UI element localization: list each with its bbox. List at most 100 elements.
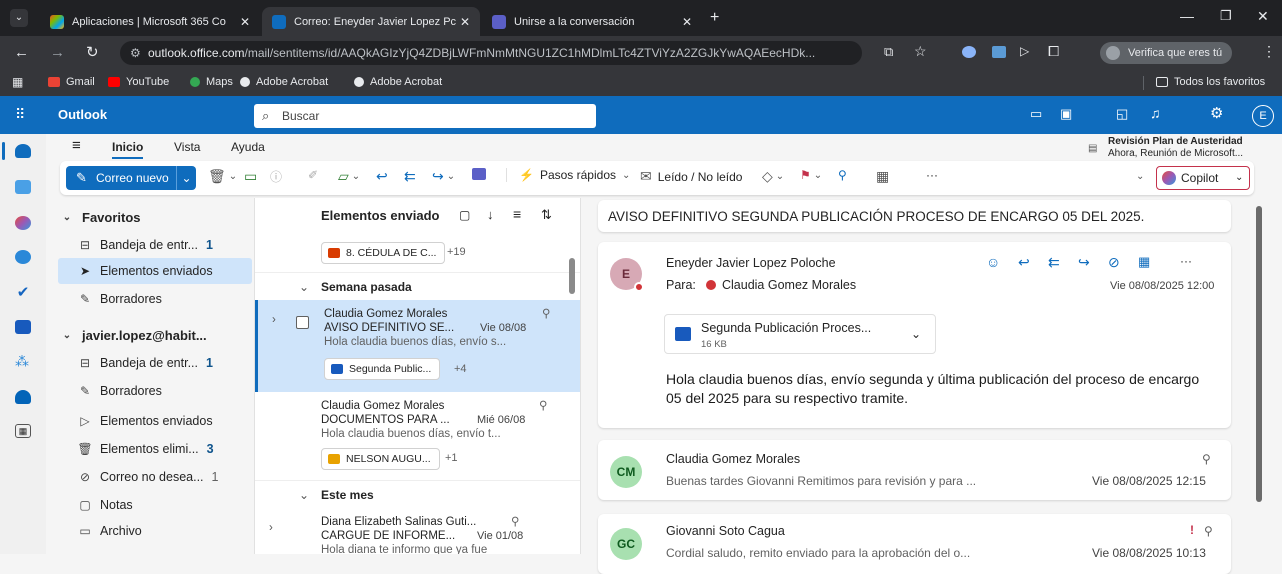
chevron-down-icon[interactable]: ⌄ — [447, 171, 455, 182]
reminder-subtitle[interactable]: Ahora, Reunión de Microsoft... — [1108, 148, 1243, 159]
install-app-icon[interactable]: ⧉ — [884, 44, 893, 60]
folder-sent[interactable]: ▷ Elementos enviados — [58, 408, 252, 434]
sweep-button[interactable]: ✐ — [308, 168, 318, 182]
emoji-icon[interactable]: ☺ — [986, 254, 1000, 270]
my-day-icon[interactable]: ▣ — [1060, 106, 1072, 122]
more-attachments[interactable]: +4 — [454, 363, 467, 375]
new-tab-icon[interactable]: + — [710, 9, 719, 27]
close-icon[interactable]: ✕ — [682, 15, 692, 29]
browser-tab-apps[interactable]: Aplicaciones | Microsoft 365 Co ✕ — [40, 7, 260, 36]
avatar[interactable]: E — [1252, 105, 1274, 127]
chevron-down-icon[interactable]: ⌄ — [229, 171, 237, 182]
bookmark-gmail[interactable]: Gmail — [48, 76, 95, 88]
folder-inbox[interactable]: ⊟ Bandeja de entr... 1 — [58, 350, 252, 376]
select-mode-icon[interactable]: ▢ — [459, 208, 470, 222]
bookmark-maps[interactable]: Maps — [190, 76, 233, 88]
pin-button[interactable]: ⚲ — [838, 168, 847, 182]
tag-button[interactable]: ◇ ⌄ — [762, 168, 784, 185]
move-button[interactable]: ▱ ⌄ — [338, 168, 360, 185]
browser-menu-icon[interactable]: ⋮ — [1262, 43, 1276, 60]
list-title[interactable]: Elementos enviado — [321, 208, 439, 223]
chevron-down-icon[interactable]: ⌄ — [622, 170, 630, 181]
site-info-icon[interactable]: ⚙ — [130, 41, 141, 65]
chevron-down-icon[interactable]: ⌄ — [776, 171, 784, 182]
attachment-card[interactable]: Segunda Publicación Proces... 16 KB ⌄ — [664, 314, 936, 354]
url-field[interactable]: ⚙ outlook.office.com/mail/sentitems/id/A… — [120, 41, 862, 65]
extension-icon[interactable] — [962, 46, 976, 58]
feedback-icon[interactable]: ◱ — [1116, 106, 1128, 122]
hamburger-icon[interactable]: ≡ — [72, 137, 81, 154]
all-favorites-button[interactable]: Todos los favoritos — [1156, 76, 1265, 88]
bookmark-star-icon[interactable]: ☆ — [914, 43, 927, 60]
more-button[interactable]: ··· — [926, 168, 938, 182]
report-button[interactable]: ⓘ — [270, 168, 282, 185]
sort-icon[interactable]: ⇅ — [541, 207, 552, 223]
from-name[interactable]: Eneyder Javier Lopez Poloche — [666, 256, 836, 270]
attachment-chip[interactable]: Segunda Public... — [324, 358, 441, 380]
more-actions-icon[interactable]: ··· — [1180, 254, 1192, 268]
tab-inicio[interactable]: Inicio — [112, 140, 144, 159]
folder-deleted[interactable]: 🗑 Elementos elimi... 3 — [58, 436, 252, 462]
bell-icon[interactable]: ♫ — [1150, 105, 1161, 121]
extension-icon[interactable] — [992, 46, 1006, 58]
chevron-right-icon[interactable]: › — [269, 522, 273, 534]
attachment-chip[interactable]: NELSON AUGU... — [321, 448, 440, 470]
copilot-icon[interactable] — [15, 216, 31, 230]
chevron-down-icon[interactable]: ⌄ — [911, 327, 921, 341]
thread-item[interactable]: CM Claudia Gomez Morales ⚲ Buenas tardes… — [598, 440, 1231, 500]
apps-grid-icon[interactable]: ▦ — [1138, 254, 1150, 270]
folder-inbox[interactable]: ⊟ Bandeja de entr... 1 — [58, 232, 252, 258]
reply-button[interactable]: ↩ — [376, 168, 388, 185]
tab-ayuda[interactable]: Ayuda — [231, 140, 265, 154]
chevron-down-icon[interactable]: ⌄ — [814, 170, 822, 181]
reload-icon[interactable]: ↻ — [86, 43, 99, 61]
restore-icon[interactable]: ❐ — [1220, 8, 1232, 24]
browser-tab-mail[interactable]: Correo: Eneyder Javier Lopez Pc ✕ — [262, 7, 480, 36]
mail-icon[interactable] — [15, 144, 31, 158]
attachment-chip[interactable]: 8. CÉDULA DE C... — [321, 242, 446, 264]
reply-all-button[interactable]: ⇇ — [404, 168, 416, 185]
people-icon[interactable] — [15, 250, 31, 264]
bookmark-acrobat[interactable]: Adobe Acrobat — [240, 76, 328, 88]
chevron-down-icon[interactable]: ⌄ — [176, 166, 196, 190]
reply-all-icon[interactable]: ⇇ — [1048, 254, 1060, 271]
archive-button[interactable]: ▭ — [244, 168, 257, 185]
extensions-puzzle-icon[interactable]: ⧠ — [1048, 43, 1059, 60]
copilot-button[interactable]: Copilot ⌄ — [1156, 166, 1250, 190]
list-item[interactable]: Claudia Gomez Morales ⚲ DOCUMENTOS PARA … — [255, 392, 580, 480]
select-checkbox[interactable] — [296, 316, 309, 329]
list-item[interactable]: › Diana Elizabeth Salinas Guti... ⚲ CARG… — [255, 508, 580, 554]
tab-search-icon[interactable]: ⌄ — [10, 9, 28, 27]
app-launcher-icon[interactable]: ⠿ — [15, 106, 26, 123]
favorites-header[interactable]: ⌄ Favoritos — [58, 204, 252, 230]
close-window-icon[interactable]: ✕ — [1257, 8, 1269, 25]
flag-button[interactable]: ⚑ ⌄ — [800, 168, 822, 182]
folder-drafts[interactable]: ✎ Borradores — [58, 378, 252, 404]
new-mail-button[interactable]: ✎ Correo nuevo ⌄ — [66, 166, 196, 190]
chevron-right-icon[interactable]: › — [272, 314, 276, 326]
close-icon[interactable]: ✕ — [460, 15, 470, 29]
section-this-month[interactable]: ⌄ Este mes — [255, 480, 580, 508]
bookmark-acrobat[interactable]: Adobe Acrobat — [354, 76, 442, 88]
read-unread-button[interactable]: ✉ Leído / No leído — [640, 168, 742, 185]
loop-icon[interactable]: ⊘ — [1108, 254, 1120, 271]
quick-steps-button[interactable]: ⚡ Pasos rápidos ⌄ — [506, 168, 630, 182]
delete-button[interactable]: 🗑 ⌄ — [208, 168, 237, 185]
folder-notes[interactable]: ▢ Notas — [58, 492, 252, 518]
more-apps-icon[interactable]: ▦ — [15, 424, 31, 438]
avatar[interactable]: CM — [610, 456, 642, 488]
reading-scrollbar[interactable] — [1256, 206, 1262, 502]
list-scrollbar[interactable] — [569, 258, 575, 294]
reply-icon[interactable]: ↩ — [1018, 254, 1030, 271]
folder-archive[interactable]: ▭ Archivo — [58, 518, 252, 544]
search-input[interactable]: ⌕ Buscar — [254, 104, 596, 128]
org-icon[interactable]: ⁂ — [15, 354, 31, 368]
thread-item[interactable]: GC Giovanni Soto Cagua ! ⚲ Cordial salud… — [598, 514, 1231, 574]
account-header[interactable]: ⌄ javier.lopez@habit... — [58, 322, 252, 348]
chevron-down-icon[interactable]: ⌄ — [352, 171, 360, 182]
more-attachments[interactable]: +1 — [445, 452, 458, 464]
reminder-title[interactable]: Revisión Plan de Austeridad — [1108, 136, 1243, 147]
calendar-icon[interactable] — [15, 180, 31, 194]
verify-profile-button[interactable]: Verifica que eres tú — [1100, 42, 1233, 64]
filter-icon[interactable]: ≡ — [513, 206, 521, 222]
